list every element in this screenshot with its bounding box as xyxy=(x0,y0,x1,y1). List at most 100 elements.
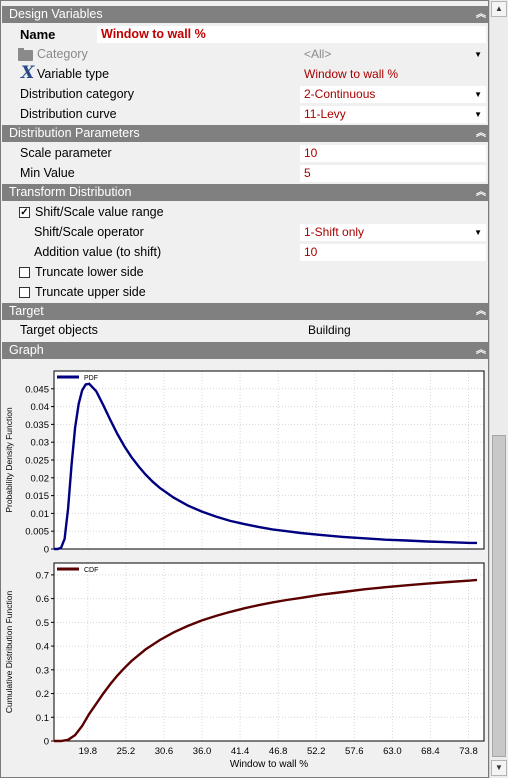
shift-scale-range-checkbox[interactable]: ✓ xyxy=(19,207,30,218)
y-axis-label: Cumulative Distribution Function xyxy=(4,591,14,714)
distribution-curve-row: Distribution curve 11-Levy ▼ xyxy=(2,105,488,125)
distribution-category-label: Distribution category xyxy=(20,87,134,101)
y-tick-label: 0.025 xyxy=(25,456,49,467)
section-graph[interactable]: Graph ︽ xyxy=(2,342,488,359)
double-chevron-up-icon[interactable]: ︽ xyxy=(476,184,486,201)
section-title: Transform Distribution xyxy=(9,185,132,199)
section-title: Target xyxy=(9,304,44,318)
y-tick-label: 0.01 xyxy=(31,509,50,520)
legend-label: CDF xyxy=(84,567,98,574)
section-title: Distribution Parameters xyxy=(9,126,140,140)
pdf-chart: 0 0.005 0.01 0.015 0.02 0.025 0.03 0.035 0.04 0.0… xyxy=(4,370,485,556)
triangle-down-icon[interactable]: ▼ xyxy=(474,224,482,241)
shift-scale-range-row: ✓ Shift/Scale value range xyxy=(2,203,488,223)
min-value-input[interactable]: 5 xyxy=(300,165,486,182)
x-tick-label: 73.8 xyxy=(459,746,478,757)
target-objects-row: Target objects Building xyxy=(2,321,488,341)
target-objects-label: Target objects xyxy=(20,323,98,337)
y-tick-label: 0.02 xyxy=(31,473,50,484)
y-tick-label: 0.03 xyxy=(31,438,50,449)
y-tick-label: 0.4 xyxy=(36,642,49,653)
y-tick-label: 0.035 xyxy=(25,420,49,431)
section-transform-distribution[interactable]: Transform Distribution ︽ xyxy=(2,184,488,201)
truncate-upper-checkbox[interactable] xyxy=(19,287,30,298)
shift-scale-operator-label: Shift/Scale operator xyxy=(34,225,144,239)
plot-area xyxy=(54,563,484,741)
scale-parameter-label: Scale parameter xyxy=(20,146,112,160)
section-distribution-parameters[interactable]: Distribution Parameters ︽ xyxy=(2,125,488,142)
x-variable-icon: X xyxy=(21,63,35,83)
variable-type-value: Window to wall % xyxy=(304,67,399,81)
category-select[interactable]: <All> ▼ xyxy=(300,46,486,63)
x-tick-label: 63.0 xyxy=(383,746,402,757)
min-value-label: Min Value xyxy=(20,166,75,180)
cdf-chart: 19.8 25.2 30.6 36.0 41.4 46.8 52.2 57.6 63.0 68.4… xyxy=(4,562,485,770)
distribution-category-select[interactable]: 2-Continuous ▼ xyxy=(300,86,486,103)
name-label: Name xyxy=(20,27,56,42)
y-tick-label: 0.045 xyxy=(25,384,49,395)
shift-scale-operator-select[interactable]: 1-Shift only ▼ xyxy=(300,224,486,241)
double-chevron-up-icon[interactable]: ︽ xyxy=(476,303,486,320)
scale-parameter-row: Scale parameter 10 xyxy=(2,144,488,164)
variable-type-row: X Variable type Window to wall % xyxy=(2,63,488,85)
triangle-down-icon[interactable]: ▼ xyxy=(474,86,482,103)
x-tick-label: 41.4 xyxy=(231,746,250,757)
scale-parameter-input[interactable]: 10 xyxy=(300,145,486,162)
y-tick-label: 0.6 xyxy=(36,594,49,605)
scrollbar-thumb[interactable] xyxy=(492,435,506,757)
legend-label: PDF xyxy=(84,375,98,382)
shift-scale-operator-value: 1-Shift only xyxy=(304,225,365,239)
double-chevron-up-icon[interactable]: ︽ xyxy=(476,342,486,359)
min-value-row: Min Value 5 xyxy=(2,164,488,184)
section-title: Design Variables xyxy=(9,7,103,21)
category-value: <All> xyxy=(304,47,332,61)
distribution-curve-value: 11-Levy xyxy=(304,107,346,121)
triangle-down-icon[interactable]: ▼ xyxy=(474,46,482,63)
vertical-scrollbar[interactable]: ▲ ▼ xyxy=(489,0,508,778)
y-tick-label: 0.015 xyxy=(25,491,49,502)
x-tick-label: 46.8 xyxy=(269,746,288,757)
target-objects-value[interactable]: Building xyxy=(304,322,488,339)
truncate-upper-row: Truncate upper side xyxy=(2,283,488,303)
double-chevron-up-icon[interactable]: ︽ xyxy=(476,125,486,142)
y-tick-label: 0.1 xyxy=(36,713,49,724)
scroll-down-icon[interactable]: ▼ xyxy=(491,760,507,776)
scroll-up-icon[interactable]: ▲ xyxy=(491,1,507,17)
x-tick-label: 52.2 xyxy=(307,746,326,757)
distribution-curve-select[interactable]: 11-Levy ▼ xyxy=(300,106,486,123)
category-label: Category xyxy=(37,47,88,61)
distribution-category-value: 2-Continuous xyxy=(304,87,376,101)
y-tick-label: 0.2 xyxy=(36,689,49,700)
truncate-lower-checkbox[interactable] xyxy=(19,267,30,278)
x-tick-label: 25.2 xyxy=(117,746,136,757)
x-tick-label: 19.8 xyxy=(79,746,98,757)
distribution-category-row: Distribution category 2-Continuous ▼ xyxy=(2,85,488,105)
distribution-curve-label: Distribution curve xyxy=(20,107,117,121)
double-chevron-up-icon[interactable]: ︽ xyxy=(476,6,486,23)
addition-value-input[interactable]: 10 xyxy=(300,244,486,261)
y-tick-label: 0.3 xyxy=(36,665,49,676)
plot-area xyxy=(54,371,484,549)
shift-scale-operator-row: Shift/Scale operator 1-Shift only ▼ xyxy=(2,223,488,243)
truncate-lower-row: Truncate lower side xyxy=(2,263,488,283)
folder-icon xyxy=(18,50,33,61)
variable-type-label: Variable type xyxy=(37,67,110,81)
folder-tab-icon xyxy=(18,48,24,51)
x-tick-label: 36.0 xyxy=(193,746,212,757)
truncate-lower-label: Truncate lower side xyxy=(35,265,144,279)
addition-value-label: Addition value (to shift) xyxy=(34,245,162,259)
section-target[interactable]: Target ︽ xyxy=(2,303,488,320)
triangle-down-icon[interactable]: ▼ xyxy=(474,106,482,123)
y-tick-label: 0 xyxy=(44,545,49,556)
section-design-variables[interactable]: Design Variables ︽ xyxy=(2,6,488,23)
x-tick-label: 30.6 xyxy=(155,746,174,757)
y-tick-label: 0.005 xyxy=(25,527,49,538)
truncate-upper-label: Truncate upper side xyxy=(35,285,146,299)
x-tick-label: 68.4 xyxy=(421,746,440,757)
properties-panel: Design Variables ︽ Name Window to wall %… xyxy=(0,0,489,778)
x-tick-label: 57.6 xyxy=(345,746,364,757)
y-tick-label: 0.7 xyxy=(36,570,49,581)
name-row: Name Window to wall % xyxy=(2,25,488,45)
y-tick-label: 0.5 xyxy=(36,618,49,629)
name-input[interactable]: Window to wall % xyxy=(97,26,486,43)
